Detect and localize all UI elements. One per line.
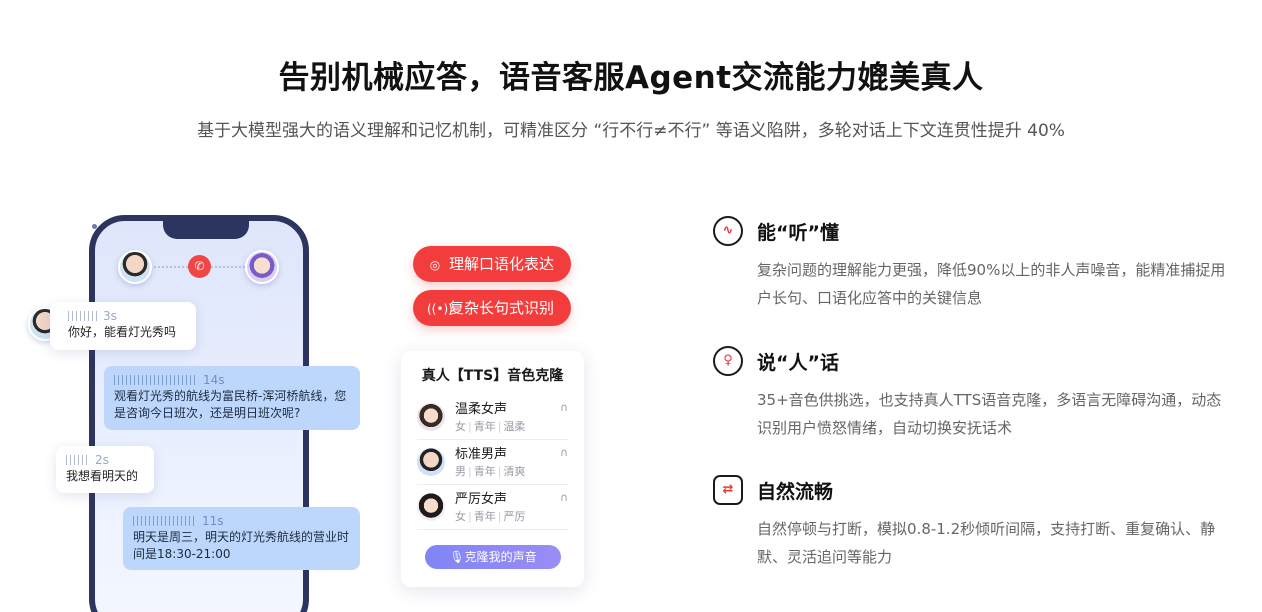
pill-colloquial: ◎ 理解口语化表达 [413, 246, 571, 282]
radio-wave-icon: ((•)) [427, 302, 453, 316]
feature-desc: 自然停顿与打断，模拟0.8-1.2秒倾听间隔，支持打断、重复确认、静默、灵活追问… [757, 520, 1216, 566]
voice-name: 温柔女声 [455, 401, 508, 417]
pill-long-sentence: ((•))复杂长句式识别 [413, 290, 571, 326]
chat-text: 你好，能看灯光秀吗 [68, 325, 177, 339]
pill-label: 理解口语化表达 [449, 255, 555, 273]
page-subtitle: 基于大模型强大的语义理解和记忆机制，可精准区分 “行不行≠不行” 等语义陷阱，多… [197, 121, 1065, 141]
voice-tags: 女 | 青年 | 温柔 [455, 419, 526, 433]
voice-option[interactable]: 温柔女声 女 | 青年 | 温柔 ∩ [417, 395, 568, 440]
feature-title: 自然流畅 [757, 480, 834, 503]
feature-desc: 35+音色供挑选，也支持真人TTS语音克隆，多语言无障碍沟通，动态识别用户愤怒情… [757, 391, 1222, 437]
voice-tags: 男 | 青年 | 清爽 [455, 464, 526, 478]
phone-camera-dot [92, 224, 97, 229]
page-title: 告别机械应答，语音客服Agent交流能力媲美真人 [278, 60, 984, 96]
voice-option[interactable]: 标准男声 男 | 青年 | 清爽 ∩ [417, 440, 568, 485]
call-connector-left [154, 266, 188, 268]
voice-clone-card: 真人【TTS】音色克隆 温柔女声 女 | 青年 | 温柔 ∩ 标准男声 男 | 青年 | 清爽 … [401, 351, 584, 587]
voice-option[interactable]: 严厉女声 女 | 青年 | 严厉 ∩ [417, 485, 568, 530]
chat-text: 观看灯光秀的航线为富民桥-浑河桥航线，您是咨询今日班次，还是明日班次呢? [114, 389, 347, 420]
chat-text: 明天是周三，明天的灯光秀航线的营业时间是18:30-21:00 [133, 530, 350, 561]
heartbeat-icon: ∿ [713, 216, 743, 246]
voice-wave: 14s [114, 372, 350, 388]
voice-avatar [417, 493, 445, 521]
voice-tags: 女 | 青年 | 严厉 [455, 509, 526, 523]
voice-name: 严厉女声 [455, 491, 508, 507]
headphone-icon[interactable]: ∩ [560, 401, 568, 414]
feature-listen: ∿ 能“听”懂 复杂问题的理解能力更强，降低90%以上的非人声噪音，能精准捕捉用… [713, 216, 1233, 312]
agent-avatar [245, 250, 279, 284]
headphone-icon[interactable]: ∩ [560, 491, 568, 504]
phone-icon[interactable]: ✆ [188, 255, 211, 278]
microphone-icon: 🎙 [449, 550, 465, 564]
speech-icon: ◎ [429, 258, 441, 272]
voice-avatar [417, 448, 445, 476]
chat-bubble-agent-2: 11s 明天是周三，明天的灯光秀航线的营业时间是18:30-21:00 [123, 507, 360, 570]
microphone-icon: ♀ [713, 346, 743, 376]
voice-wave: 3s [68, 308, 186, 324]
caller-avatar [118, 250, 152, 284]
feature-speak: ♀ 说“人”话 35+音色供挑选，也支持真人TTS语音克隆，多语言无障碍沟通，动… [713, 346, 1233, 442]
pill-label: 复杂长句式识别 [449, 299, 555, 317]
voice-avatar [417, 403, 445, 431]
feature-fluent: ⇄ 自然流畅 自然停顿与打断，模拟0.8-1.2秒倾听间隔，支持打断、重复确认、… [713, 475, 1233, 571]
phone-notch [163, 221, 249, 239]
chat-bubble-user-2: 2s 我想看明天的 [56, 446, 154, 493]
chat-bubble-user-1: 3s 你好，能看灯光秀吗 [50, 302, 196, 350]
voice-card-title: 真人【TTS】音色克隆 [421, 368, 564, 384]
feature-title: 能“听”懂 [757, 221, 839, 244]
voice-wave: 2s [66, 452, 144, 468]
voice-wave: 11s [133, 513, 350, 529]
headphone-icon[interactable]: ∩ [560, 446, 568, 459]
feature-desc: 复杂问题的理解能力更强，降低90%以上的非人声噪音，能精准捕捉用户长句、口语化应… [757, 261, 1226, 307]
chat-text: 我想看明天的 [66, 469, 139, 483]
voice-name: 标准男声 [455, 446, 508, 462]
feature-title: 说“人”话 [757, 351, 839, 374]
chat-bubble-agent-1: 14s 观看灯光秀的航线为富民桥-浑河桥航线，您是咨询今日班次，还是明日班次呢? [104, 366, 360, 430]
flow-icon: ⇄ [713, 475, 743, 505]
clone-voice-button[interactable]: 🎙克隆我的声音 [425, 545, 561, 569]
call-connector-right [211, 266, 245, 268]
